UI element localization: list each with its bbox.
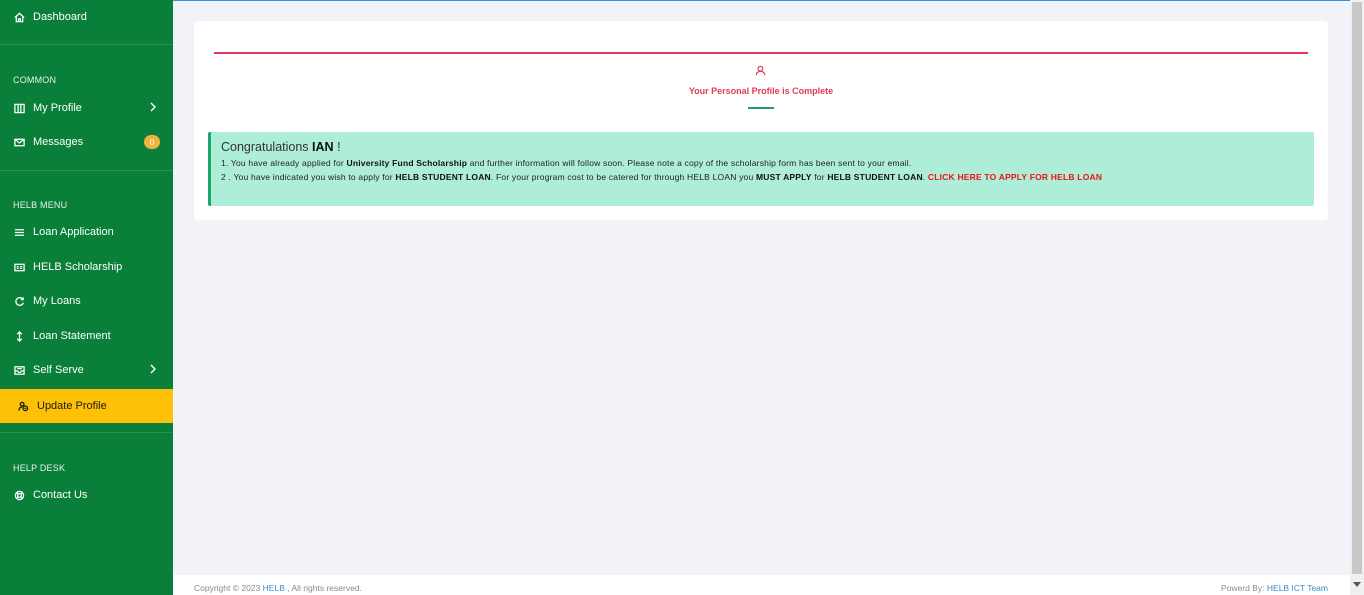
sidebar-item-loan-application[interactable]: Loan Application bbox=[0, 215, 173, 249]
inbox-icon bbox=[13, 364, 25, 376]
messages-count-badge: 0 bbox=[144, 135, 160, 149]
sidebar-item-dashboard[interactable]: Dashboard bbox=[0, 0, 173, 34]
vertical-scrollbar[interactable] bbox=[1350, 0, 1364, 595]
scholarship-name: University Fund Scholarship bbox=[346, 158, 468, 168]
menu-icon bbox=[13, 226, 25, 238]
card-header-divider bbox=[214, 52, 1308, 54]
sidebar-item-label: My Loans bbox=[33, 295, 81, 307]
section-label-common: COMMON bbox=[13, 75, 57, 85]
helb-footer-link[interactable]: HELB bbox=[263, 583, 285, 593]
card-icon bbox=[13, 261, 25, 273]
user-name: IAN bbox=[312, 140, 334, 154]
refresh-icon bbox=[13, 295, 25, 307]
users-icon bbox=[17, 400, 29, 412]
scrollbar-thumb[interactable] bbox=[1352, 2, 1362, 574]
sidebar-item-messages[interactable]: Messages 0 bbox=[0, 125, 173, 159]
sidebar-item-self-serve[interactable]: Self Serve bbox=[0, 353, 173, 387]
must-apply-text: MUST APPLY bbox=[755, 172, 812, 182]
loan-name-2: HELB STUDENT LOAN bbox=[827, 172, 923, 182]
copyright-suffix: , All rights reserved. bbox=[287, 583, 362, 593]
sidebar: Dashboard COMMON My Profile Messages 0 H… bbox=[0, 0, 173, 595]
powered-by-text: Powerd By: HELB ICT Team bbox=[1221, 583, 1328, 593]
sidebar-item-my-loans[interactable]: My Loans bbox=[0, 284, 173, 318]
copyright-text: Copyright © 2023 HELB , All rights reser… bbox=[194, 583, 362, 593]
powered-prefix: Powerd By: bbox=[1221, 583, 1265, 593]
sidebar-divider bbox=[0, 432, 173, 433]
sidebar-item-contact-us[interactable]: Contact Us bbox=[0, 478, 173, 512]
loan-name: HELB STUDENT LOAN bbox=[395, 172, 491, 182]
chevron-right-icon bbox=[149, 364, 159, 374]
sidebar-divider bbox=[0, 170, 173, 171]
line2-prefix: 2 . You have indicated you wish to apply… bbox=[221, 172, 393, 182]
lifebuoy-icon bbox=[13, 489, 25, 501]
copyright-prefix: Copyright © 2023 bbox=[194, 583, 261, 593]
profile-complete-status: Your Personal Profile is Complete bbox=[688, 86, 834, 96]
alert-heading: Congratulations IAN ! bbox=[221, 140, 1304, 154]
line2-for: for bbox=[814, 172, 825, 182]
apply-helb-loan-link[interactable]: CLICK HERE TO APPLY FOR HELB LOAN bbox=[928, 172, 1102, 182]
sidebar-item-label: Dashboard bbox=[33, 11, 87, 23]
congratulations-alert: Congratulations IAN ! 1. You have alread… bbox=[208, 132, 1314, 206]
sidebar-item-my-profile[interactable]: My Profile bbox=[0, 91, 173, 125]
mail-icon bbox=[13, 136, 25, 148]
footer: Copyright © 2023 HELB , All rights reser… bbox=[173, 575, 1350, 595]
user-icon bbox=[755, 63, 767, 76]
sidebar-item-label: Update Profile bbox=[37, 400, 107, 412]
congrats-suffix: ! bbox=[337, 140, 341, 154]
sidebar-divider bbox=[0, 44, 173, 45]
sidebar-item-label: HELB Scholarship bbox=[33, 261, 123, 273]
status-underline bbox=[748, 107, 774, 109]
sidebar-item-helb-scholarship[interactable]: HELB Scholarship bbox=[0, 250, 173, 284]
line1-suffix: and further information will follow soon… bbox=[469, 158, 912, 168]
sidebar-item-label: Contact Us bbox=[33, 489, 88, 501]
section-label-helb-menu: HELB MENU bbox=[13, 200, 68, 210]
home-icon bbox=[13, 11, 25, 23]
alert-line-scholarship: 1. You have already applied for Universi… bbox=[221, 158, 1304, 168]
section-label-help-desk: HELP DESK bbox=[13, 463, 66, 473]
line1-prefix: 1. You have already applied for bbox=[221, 158, 344, 168]
top-accent-line bbox=[173, 0, 1350, 1]
sidebar-item-label: Self Serve bbox=[33, 364, 84, 376]
sidebar-item-label: Loan Statement bbox=[33, 330, 111, 342]
sidebar-item-label: My Profile bbox=[33, 102, 82, 114]
columns-icon bbox=[13, 102, 25, 114]
alert-line-loan: 2 . You have indicated you wish to apply… bbox=[221, 172, 1103, 182]
chevron-right-icon bbox=[149, 102, 159, 112]
sidebar-item-update-profile[interactable]: Update Profile bbox=[0, 389, 173, 423]
sidebar-item-label: Messages bbox=[33, 136, 84, 148]
scroll-down-arrow-icon[interactable] bbox=[1353, 582, 1361, 587]
sidebar-item-label: Loan Application bbox=[33, 226, 114, 238]
profile-status-card: Your Personal Profile is Complete Congra… bbox=[194, 21, 1328, 220]
congrats-prefix: Congratulations bbox=[221, 140, 309, 154]
line2-mid: . For your program cost to be catered fo… bbox=[490, 172, 754, 182]
sidebar-item-loan-statement[interactable]: Loan Statement bbox=[0, 319, 173, 353]
updown-icon bbox=[13, 330, 25, 342]
helb-ict-team-link[interactable]: HELB ICT Team bbox=[1267, 583, 1328, 593]
